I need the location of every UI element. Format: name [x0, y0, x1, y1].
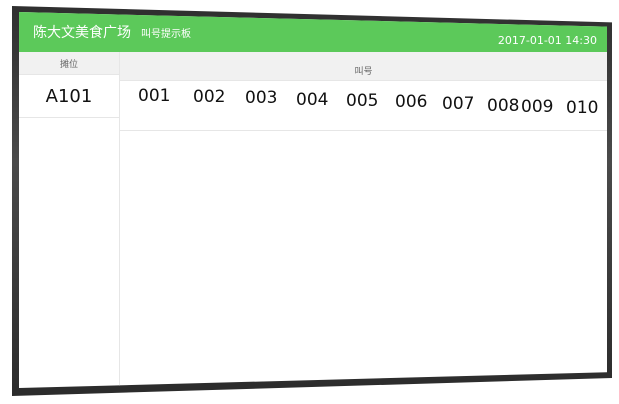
call-number-column: 叫号 001 002 003 004 005 006 007 008 009 0…	[120, 52, 607, 388]
stall-column-header: 摊位	[19, 52, 119, 75]
datetime: 2017-01-01 14:30	[497, 34, 597, 47]
call-number: 003	[245, 88, 278, 108]
stall-cell: A101	[19, 75, 119, 118]
board-title: 叫号提示板	[141, 28, 191, 40]
call-number: 002	[193, 87, 226, 107]
call-number: 007	[442, 94, 475, 114]
call-number: 005	[346, 91, 379, 111]
call-number: 008	[487, 96, 520, 116]
call-column-header: 叫号	[120, 52, 607, 81]
call-number: 010	[566, 98, 599, 118]
brand-title: 陈大文美食广场	[33, 25, 131, 41]
call-board-screen: 陈大文美食广场 叫号提示板 2017-01-01 14:30 摊位 A101 叫…	[19, 12, 607, 388]
stall-column: 摊位 A101	[19, 52, 120, 388]
call-number: 004	[296, 90, 329, 110]
display-mockup: 陈大文美食广场 叫号提示板 2017-01-01 14:30 摊位 A101 叫…	[0, 0, 619, 404]
call-number: 006	[395, 92, 428, 112]
call-number: 001	[138, 86, 171, 106]
call-numbers-row: 001 002 003 004 005 006 007 008 009 010	[120, 80, 607, 131]
call-number: 009	[521, 97, 554, 117]
call-table: 摊位 A101 叫号 001 002 003 004 005 006 007 0…	[19, 52, 607, 388]
